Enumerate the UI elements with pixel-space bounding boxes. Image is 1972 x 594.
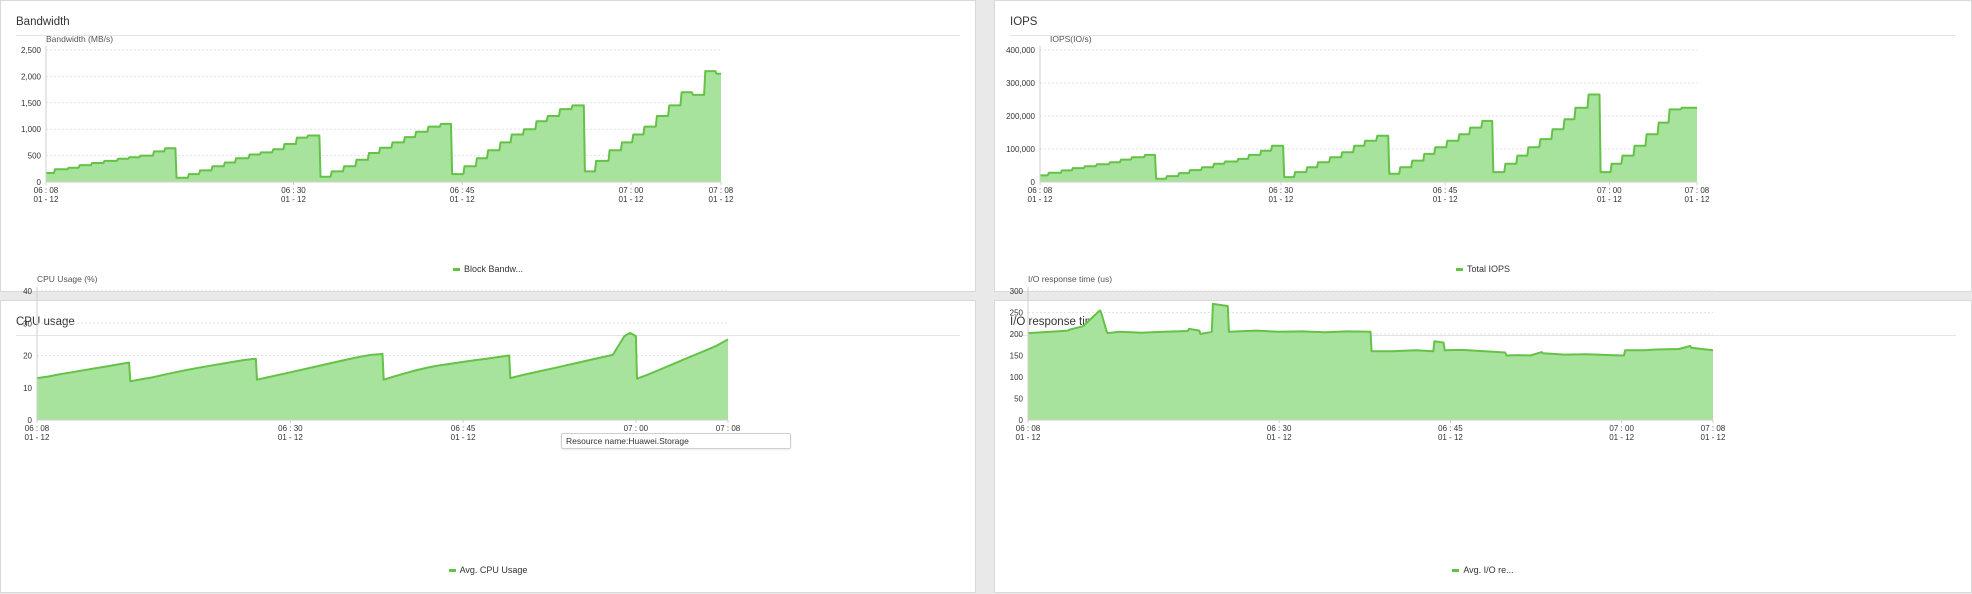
y-tick-label: 300,000 [1006,79,1035,88]
x-tick-date: 01 - 12 [25,433,50,442]
x-tick-date: 01 - 12 [1438,433,1463,442]
y-tick-label: 20 [23,352,32,361]
bandwidth-panel: Bandwidth Bandwidth (MB/s) 0 500 1,000 1,500… [0,0,976,292]
x-tick-time: 07 : 00 [624,424,649,433]
y-tick-label: 100,000 [1006,145,1035,154]
legend-swatch [1452,569,1460,573]
x-tick-time: 07 : 08 [1701,424,1726,433]
x-tick-time: 07 : 00 [619,186,644,195]
y-tick-label: 200 [1010,330,1024,339]
x-tick-date: 01 - 12 [450,195,475,204]
io-response-time-panel: I/O response time I/O response time (us)… [994,274,1972,593]
legend-label: Total IOPS [1466,264,1511,274]
io-response-time-chart: I/O response time (us)050100150200250300… [1010,274,1726,442]
y-tick-label: 1,500 [21,99,42,108]
x-tick-time: 06 : 45 [1433,186,1458,195]
y-tick-label: 100 [1010,373,1024,382]
y-tick-label: 500 [28,152,42,161]
x-tick-time: 06 : 45 [1438,424,1463,433]
x-tick-time: 06 : 30 [1267,424,1292,433]
x-tick-date: 01 - 12 [34,195,59,204]
x-tick-date: 01 - 12 [1016,433,1041,442]
x-tick-date: 01 - 12 [1433,195,1458,204]
cpu-usage-chart: CPU Usage (%)01020304006 : 0801 - 1206 :… [23,274,741,442]
x-tick-time: 06 : 08 [34,186,59,195]
y-tick-label: 2,500 [21,46,42,55]
x-tick-date: 01 - 12 [278,433,303,442]
y-axis-title: IOPS(IO/s) [1050,34,1092,44]
legend-swatch [452,268,460,272]
legend[interactable]: Avg. CPU Usage [1,565,975,575]
y-tick-label: 1,000 [21,125,42,134]
x-tick-date: 01 - 12 [1701,433,1726,442]
x-tick-time: 06 : 08 [25,424,50,433]
x-tick-time: 06 : 45 [451,424,476,433]
tooltip: Resource name:Huawei.Storage [561,433,791,449]
legend-swatch [448,569,456,573]
y-tick-label: 400,000 [1006,46,1035,55]
cpu-usage-panel: CPU usage CPU Usage (%) 0 10 20 30 40 06 : 08 0… [0,274,976,593]
y-tick-label: 150 [1010,352,1024,361]
x-tick-time: 07 : 00 [1609,424,1634,433]
y-axis-title: I/O response time (us) [1028,274,1112,284]
x-tick-date: 01 - 12 [1609,433,1634,442]
x-tick-time: 07 : 00 [1597,186,1622,195]
x-tick-date: 01 - 12 [1685,195,1710,204]
y-tick-label: 50 [1014,395,1023,404]
x-tick-time: 07 : 08 [709,186,734,195]
y-axis-title: CPU Usage (%) [37,274,98,284]
x-tick-date: 01 - 12 [709,195,734,204]
legend[interactable]: Avg. I/O re... [995,565,1971,575]
legend-label: Avg. CPU Usage [459,565,528,575]
x-tick-time: 07 : 08 [1685,186,1710,195]
y-tick-label: 250 [1010,309,1024,318]
x-tick-time: 06 : 30 [1269,186,1294,195]
bandwidth-chart: Bandwidth (MB/s)05001,0001,5002,0002,500… [21,34,734,204]
legend-label: Block Bandw... [463,264,524,274]
legend[interactable]: Block Bandw... [1,264,975,274]
x-tick-date: 01 - 12 [1268,195,1293,204]
y-tick-label: 30 [23,319,32,328]
x-tick-date: 01 - 12 [281,195,306,204]
iops-panel: IOPS IOPS(IO/s) 0 100,000 200,000 300,000 400… [994,0,1972,292]
x-tick-time: 07 : 08 [716,424,741,433]
x-tick-date: 01 - 12 [1267,433,1292,442]
series-area [1028,303,1713,420]
y-axis-title: Bandwidth (MB/s) [46,34,113,44]
y-tick-label: 200,000 [1006,112,1035,121]
series-area [46,71,721,182]
series-area [37,332,728,420]
series-area [1040,94,1697,182]
legend[interactable]: Total IOPS [995,264,1971,274]
y-tick-label: 10 [23,384,32,393]
y-tick-label: 2,000 [21,72,42,81]
y-tick-label: 300 [1010,287,1024,296]
x-tick-time: 06 : 08 [1028,186,1053,195]
x-tick-date: 01 - 12 [1597,195,1622,204]
x-tick-date: 01 - 12 [451,433,476,442]
legend-label: Avg. I/O re... [1463,565,1514,575]
x-tick-date: 01 - 12 [619,195,644,204]
iops-chart: IOPS(IO/s)0100,000200,000300,000400,0000… [1006,34,1710,204]
y-tick-label: 40 [23,287,32,296]
legend-swatch [1455,268,1463,272]
x-tick-time: 06 : 30 [281,186,306,195]
x-tick-time: 06 : 08 [1016,424,1041,433]
x-tick-date: 01 - 12 [1028,195,1053,204]
x-tick-time: 06 : 30 [278,424,303,433]
x-tick-time: 06 : 45 [450,186,475,195]
